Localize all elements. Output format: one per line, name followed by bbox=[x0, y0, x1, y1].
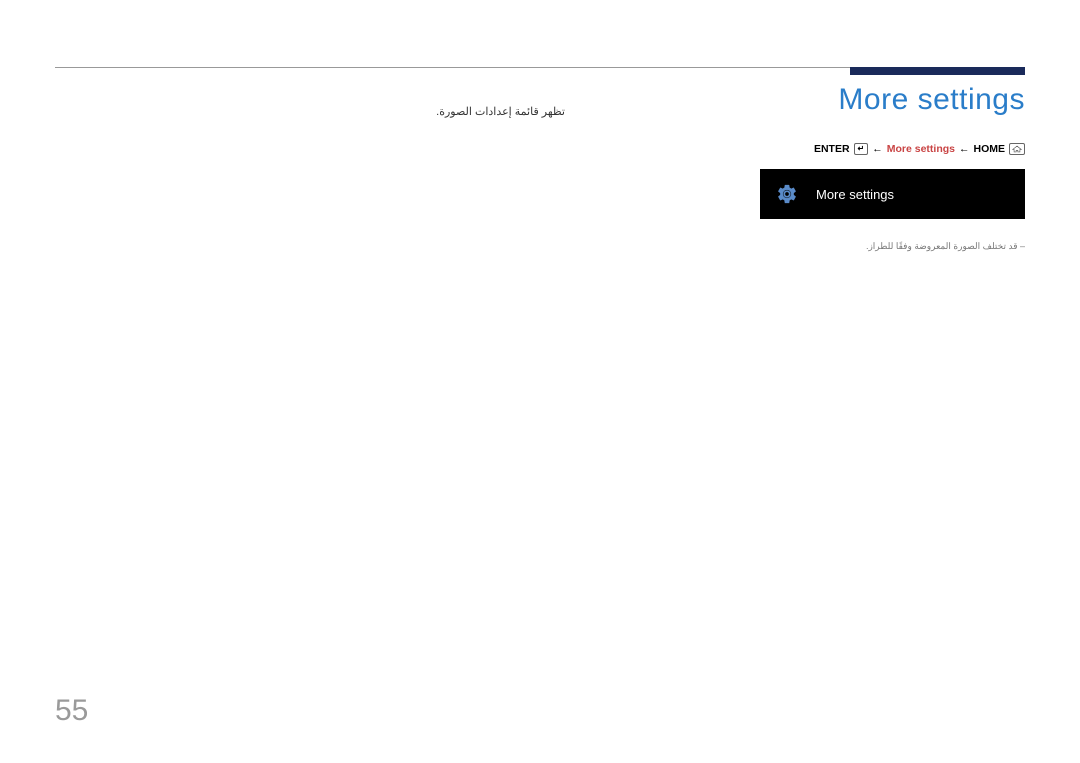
header-divider bbox=[55, 67, 1025, 75]
left-column: تظهر قائمة إعدادات الصورة. bbox=[55, 83, 760, 252]
page-title: More settings bbox=[760, 83, 1025, 117]
right-column: More settings ENTER ↵ ← More settings ← … bbox=[760, 83, 1025, 252]
divider-line bbox=[55, 67, 850, 75]
breadcrumb-path: ENTER ↵ ← More settings ← HOME bbox=[760, 143, 1025, 155]
arrow-left-icon: ← bbox=[872, 143, 883, 155]
breadcrumb-enter-label: ENTER bbox=[814, 143, 850, 155]
content-area: تظهر قائمة إعدادات الصورة. More settings… bbox=[55, 83, 1025, 252]
description-text: تظهر قائمة إعدادات الصورة. bbox=[55, 105, 760, 118]
note-text: – قد تختلف الصورة المعروضة وفقًا للطراز. bbox=[760, 241, 1025, 252]
gear-icon bbox=[776, 183, 798, 205]
breadcrumb-highlight: More settings bbox=[887, 143, 955, 155]
arrow-left-icon: ← bbox=[959, 143, 970, 155]
menu-item-more-settings[interactable]: More settings bbox=[760, 169, 1025, 219]
menu-item-label: More settings bbox=[816, 187, 894, 202]
breadcrumb-home-label: HOME bbox=[974, 143, 1006, 155]
home-icon bbox=[1009, 143, 1025, 155]
divider-accent-bar bbox=[850, 67, 1025, 75]
enter-icon: ↵ bbox=[854, 143, 869, 155]
page-number: 55 bbox=[55, 694, 88, 728]
page-container: تظهر قائمة إعدادات الصورة. More settings… bbox=[0, 0, 1080, 763]
